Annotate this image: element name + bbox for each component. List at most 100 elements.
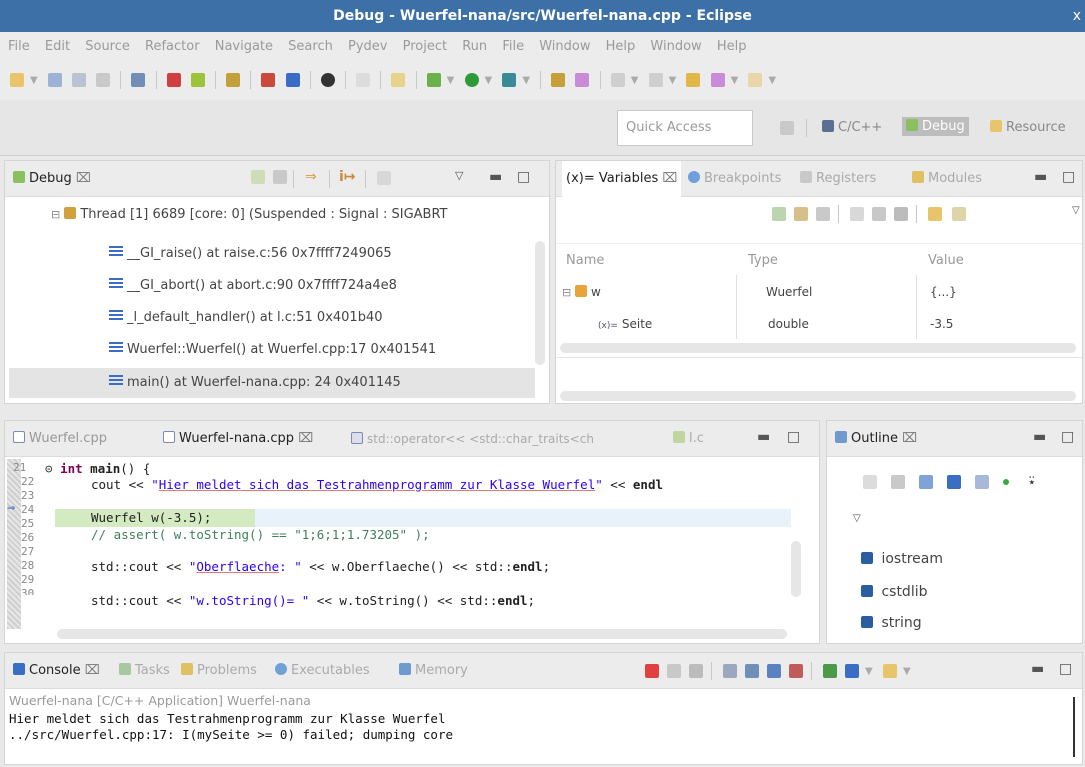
menu-run[interactable]: Run (462, 39, 487, 54)
stack-frame[interactable]: __GI_raise() at raise.c:56 0x7ffff724906… (109, 246, 392, 261)
column-type[interactable]: Type (748, 253, 778, 268)
show-stdout-icon[interactable] (767, 664, 781, 678)
remove-all-launches-icon[interactable] (689, 664, 703, 678)
tab-wuerfel-nana-cpp[interactable]: Wuerfel-nana.cpp ⌧ (163, 421, 313, 457)
menu-help-2[interactable]: Help (717, 39, 747, 54)
chevron-down-icon[interactable]: ▼ (669, 75, 677, 86)
horizontal-scrollbar[interactable] (560, 343, 1076, 353)
stack-frame[interactable]: _l_default_handler() at l.c:51 0x401b40 (109, 310, 383, 325)
chevron-down-icon[interactable]: ▼ (30, 75, 38, 86)
hide-nonpublic-icon[interactable] (1003, 479, 1009, 485)
debug-ball-icon[interactable] (320, 73, 335, 87)
pin-console-icon[interactable] (823, 664, 837, 678)
tab-executables[interactable]: Executables (275, 653, 370, 689)
collapse-icon[interactable]: ⊟ (51, 208, 60, 221)
tab-outline[interactable]: Outline ⌧ (835, 421, 917, 457)
view-menu-icon[interactable]: ▽ (853, 513, 861, 524)
chevron-down-icon[interactable]: ▼ (768, 75, 776, 86)
column-value[interactable]: Value (928, 253, 964, 268)
open-perspective-icon[interactable] (780, 121, 794, 135)
prev-annotation-icon[interactable] (648, 73, 663, 87)
hide-fields-icon[interactable] (947, 475, 961, 489)
close-icon[interactable]: ⌧ (902, 431, 917, 446)
collapse-all-icon[interactable] (863, 475, 877, 489)
close-icon[interactable]: ⌧ (662, 171, 677, 186)
vertical-scrollbar[interactable] (791, 541, 801, 597)
menu-navigate[interactable]: Navigate (215, 39, 273, 54)
chevron-down-icon[interactable]: ▼ (865, 666, 873, 677)
minimize-icon[interactable]: ▬ (1034, 169, 1047, 185)
new-view-icon[interactable] (928, 207, 942, 221)
tab-problems[interactable]: Problems (181, 653, 257, 689)
view-menu-icon[interactable]: ▽ (455, 169, 463, 182)
outline-item[interactable]: iostream (861, 551, 943, 567)
maximize-icon[interactable]: □ (1059, 661, 1072, 677)
menu-edit[interactable]: Edit (45, 39, 70, 54)
open-console-icon[interactable] (883, 664, 897, 678)
connect-icon[interactable] (273, 170, 287, 184)
menu-project[interactable]: Project (403, 39, 447, 54)
instruction-step-icon[interactable]: i↦ (339, 169, 356, 185)
drop-to-frame-icon[interactable] (377, 171, 391, 185)
minimize-icon[interactable]: ▬ (1031, 661, 1044, 677)
perspective-resource[interactable]: Resource (990, 120, 1066, 135)
tab-breakpoints[interactable]: Breakpoints (688, 161, 781, 197)
tab-modules[interactable]: Modules (912, 161, 982, 197)
chevron-down-icon[interactable]: ▼ (631, 75, 639, 86)
variable-row[interactable]: ⊟ w (562, 285, 601, 299)
menu-source[interactable]: Source (85, 39, 130, 54)
chevron-down-icon[interactable]: ▼ (731, 75, 739, 86)
vertical-scrollbar[interactable] (535, 241, 545, 365)
save-all-icon[interactable] (71, 73, 86, 87)
menu-help[interactable]: Help (606, 39, 636, 54)
close-icon[interactable]: ⌧ (85, 663, 100, 678)
menu-search[interactable]: Search (288, 39, 333, 54)
thread-row[interactable]: ⊟ Thread [1] 6689 [core: 0] (Suspended :… (51, 207, 447, 222)
perspective-debug[interactable]: Debug (902, 117, 969, 136)
close-icon[interactable]: ⌧ (76, 171, 91, 186)
maximize-icon[interactable]: □ (1062, 169, 1075, 185)
export-icon[interactable] (952, 207, 966, 221)
next-annotation-icon[interactable] (610, 73, 625, 87)
quick-access-input[interactable]: Quick Access (617, 110, 753, 146)
scroll-lock-icon[interactable] (745, 664, 759, 678)
maximize-icon[interactable]: □ (787, 429, 800, 445)
build-icon[interactable] (226, 73, 241, 87)
layout-icon[interactable] (816, 207, 830, 221)
show-type-icon[interactable] (850, 207, 864, 221)
new-icon[interactable] (10, 73, 24, 87)
hide-macros-icon[interactable]: ⍣ (1027, 471, 1037, 491)
chevron-down-icon[interactable]: ▼ (903, 666, 911, 677)
forward-icon[interactable] (748, 73, 763, 87)
minimize-icon[interactable]: ▬ (757, 429, 770, 445)
print-icon[interactable] (96, 73, 111, 87)
menu-window[interactable]: Window (539, 39, 590, 54)
close-icon[interactable]: x (1073, 0, 1081, 32)
minimize-icon[interactable]: ▬ (1033, 429, 1046, 445)
tab-std-operator[interactable]: std::operator<< <std::char_traits<ch (351, 421, 594, 457)
outline-item[interactable]: cstdlib (861, 584, 928, 600)
forward-nav-icon[interactable] (710, 73, 725, 87)
cursor-icon[interactable] (190, 73, 205, 87)
stack-frame[interactable]: __GI_abort() at abort.c:90 0x7ffff724a4e… (109, 278, 397, 293)
hide-static-icon[interactable] (975, 475, 989, 489)
details-scrollbar[interactable] (560, 391, 1076, 401)
view-menu-icon[interactable]: ▽ (1072, 205, 1080, 216)
close-icon[interactable]: ⌧ (298, 431, 313, 446)
menu-window-2[interactable]: Window (650, 39, 701, 54)
tab-variables[interactable]: (x)= Variables ⌧ (562, 161, 682, 197)
perspective-cpp[interactable]: C/C++ (822, 120, 882, 135)
tab-memory[interactable]: Memory (399, 653, 468, 689)
step-return-icon[interactable] (261, 73, 276, 87)
menu-refactor[interactable]: Refactor (145, 39, 200, 54)
collapse-all-icon[interactable] (772, 207, 786, 221)
clear-console-icon[interactable] (723, 664, 737, 678)
chevron-down-icon[interactable]: ▼ (447, 75, 455, 86)
menu-pydev[interactable]: Pydev (348, 39, 387, 54)
pin-icon[interactable] (166, 73, 181, 87)
pencil-icon[interactable] (391, 73, 406, 87)
chevron-down-icon[interactable]: ▼ (485, 75, 493, 86)
console-scrollbar[interactable] (1073, 697, 1075, 757)
step-into-icon[interactable] (285, 73, 300, 87)
run-icon[interactable] (464, 73, 479, 87)
